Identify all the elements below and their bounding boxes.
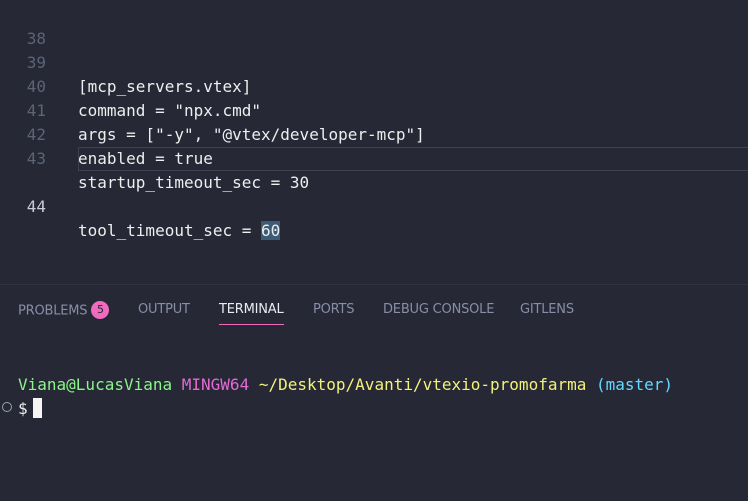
code-line-active[interactable]: 44 tool_timeout_sec = 60 <box>0 147 748 240</box>
code-line[interactable]: 43 startup_timeout_sec = 30 <box>0 123 748 192</box>
terminal-input-line[interactable]: $ <box>18 397 42 421</box>
tab-ports[interactable]: PORTS <box>313 302 355 317</box>
line-number: 44 <box>26 197 46 216</box>
panel-tab-bar: PROBLEMS 5 OUTPUT TERMINAL PORTS DEBUG CO… <box>0 285 748 331</box>
tab-problems[interactable]: PROBLEMS 5 <box>18 301 110 320</box>
terminal-shell-name: MINGW64 <box>181 375 250 394</box>
tab-output[interactable]: OUTPUT <box>138 302 190 317</box>
code-line[interactable]: 39 [mcp_servers.vtex] <box>0 27 748 96</box>
code-line[interactable]: 40 command = "npx.cmd" <box>0 51 748 120</box>
code-text: startup_timeout_sec = 30 <box>78 173 310 192</box>
terminal-path: ~/Desktop/Avanti/vtexio-promofarma <box>258 375 587 394</box>
code-line[interactable]: 38 <box>0 3 748 48</box>
terminal-prompt-symbol: $ <box>18 399 28 418</box>
terminal-git-branch: (master) <box>596 375 674 394</box>
bottom-panel: PROBLEMS 5 OUTPUT TERMINAL PORTS DEBUG CO… <box>0 284 748 501</box>
code-text: tool_timeout_sec = 60 <box>78 219 281 243</box>
tab-terminal[interactable]: TERMINAL <box>219 302 284 325</box>
terminal-prompt-line: Viana@LucasViana MINGW64 ~/Desktop/Avant… <box>18 373 673 397</box>
code-text-before-selection: tool_timeout_sec = <box>78 221 262 240</box>
tab-debug-console[interactable]: DEBUG CONSOLE <box>383 302 494 317</box>
terminal-output[interactable]: Viana@LucasViana MINGW64 ~/Desktop/Avant… <box>0 373 748 469</box>
code-line[interactable]: 42 enabled = true <box>0 99 748 168</box>
code-editor[interactable]: 38 39 [mcp_servers.vtex] 40 command = "n… <box>0 0 748 284</box>
code-line[interactable]: 41 args = ["-y", "@vtex/developer-mcp"] <box>0 75 748 144</box>
tab-gitlens[interactable]: GITLENS <box>520 302 574 317</box>
current-line-highlight <box>78 147 748 171</box>
tab-label: PROBLEMS <box>18 303 88 319</box>
terminal-user-host: Viana@LucasViana <box>18 375 173 394</box>
terminal-cursor <box>32 397 42 418</box>
problems-count-badge: 5 <box>91 301 110 319</box>
selected-text: 60 <box>261 221 281 240</box>
